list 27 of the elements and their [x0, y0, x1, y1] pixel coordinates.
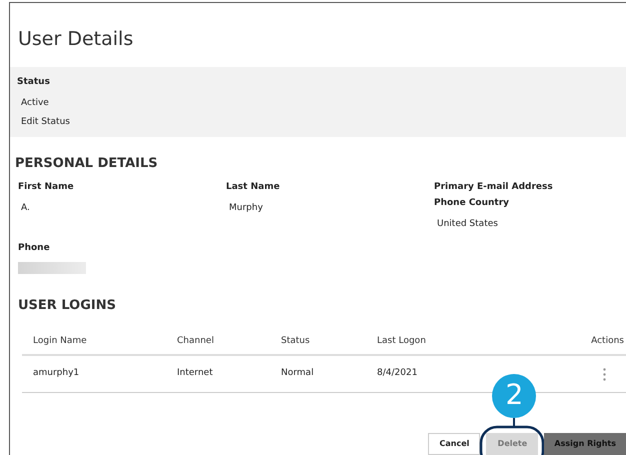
field-value: Murphy — [229, 202, 263, 214]
field-label: Last Name — [226, 181, 280, 193]
table-cell-text: amurphy1 — [32, 367, 80, 380]
column-header: Login Name — [32, 335, 88, 348]
field-value: Active — [21, 97, 49, 109]
edit-status-link[interactable]: Edit Status — [21, 116, 70, 128]
column-header: Channel — [177, 335, 215, 348]
column-header: Actions — [590, 335, 625, 348]
field-label: Phone Country — [434, 197, 510, 209]
field-label: First Name — [18, 181, 74, 193]
field-label: Primary E-mail Address — [434, 181, 553, 193]
section-heading: USER LOGINS — [18, 298, 116, 313]
column-header: Status — [281, 335, 311, 348]
table-cell-text: 8/4/2021 — [377, 367, 418, 380]
field-value: A. — [21, 202, 30, 214]
page-title: User Details — [18, 28, 134, 50]
action-button[interactable]: Cancel — [428, 433, 480, 455]
section-heading: PERSONAL DETAILS — [15, 156, 158, 171]
field-label: Status — [17, 76, 50, 88]
callout-number: 2 — [504, 377, 524, 413]
column-header: Last Logon — [377, 335, 427, 348]
field-label: Phone — [18, 242, 50, 254]
table-cell-text: Normal — [281, 367, 315, 380]
action-button[interactable]: Assign Rights — [544, 433, 626, 455]
more-options-icon[interactable] — [603, 368, 606, 380]
field-value: United States — [437, 218, 498, 230]
table-cell-text: Internet — [177, 367, 214, 380]
